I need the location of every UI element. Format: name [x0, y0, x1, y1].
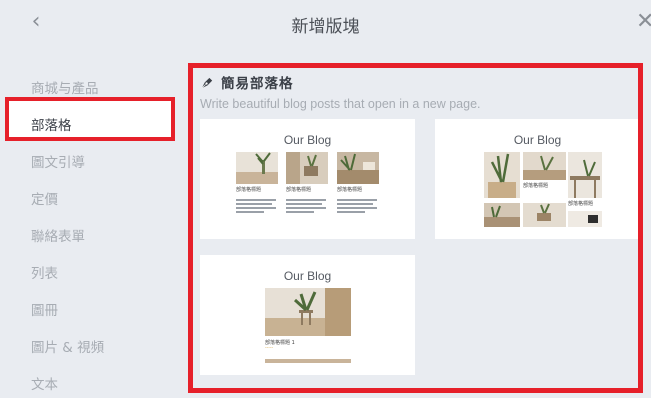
sidebar-item-text[interactable]: 文本 [31, 373, 58, 393]
sidebar-item-contact-form[interactable]: 聯絡表單 [31, 225, 85, 245]
sidebar-item-store[interactable]: 商城与產品 [31, 77, 99, 97]
layout-options-highlight [188, 63, 643, 393]
modal-header: ‹ 新增版塊 ✕ [0, 0, 651, 46]
close-button[interactable]: ✕ [636, 10, 651, 34]
page-title: 新增版塊 [291, 17, 360, 37]
sidebar-item-image-video[interactable]: 圖片 & 視頻 [31, 336, 104, 356]
sidebar-item-pricing[interactable]: 定價 [31, 188, 58, 208]
close-icon: ✕ [636, 9, 651, 34]
sidebar-item-guide[interactable]: 圖文引導 [31, 151, 85, 171]
sidebar-item-blog[interactable]: 部落格 [31, 114, 72, 134]
sidebar-item-list[interactable]: 列表 [31, 262, 58, 282]
sidebar-item-gallery[interactable]: 圖冊 [31, 299, 58, 319]
